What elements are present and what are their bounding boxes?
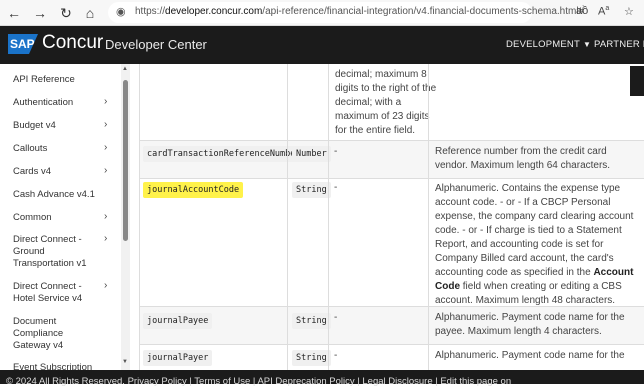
column-divider <box>287 64 288 370</box>
brand-name[interactable]: Concur <box>42 32 103 54</box>
chevron-right-icon[interactable]: › <box>104 119 107 130</box>
field-description: Alphanumeric. Payment code name for the <box>435 350 625 361</box>
field-required: - <box>334 312 338 323</box>
sidebar-nav: API Reference Authentication › Budget v4… <box>0 64 133 370</box>
sidebar-item-event-subscription[interactable]: Event Subscription <box>13 362 113 370</box>
chevron-right-icon[interactable]: › <box>104 233 107 244</box>
table-row: journalPayee String - Alphanumeric. Paym… <box>139 307 644 344</box>
chevron-right-icon[interactable]: › <box>104 165 107 176</box>
field-type: String <box>292 182 331 198</box>
site-footer: © 2024 All Rights Reserved. Privacy Poli… <box>0 370 644 387</box>
chevron-right-icon[interactable]: › <box>104 96 107 107</box>
field-description: Alphanumeric. Payment code name for the … <box>435 312 625 337</box>
description-text: field when creating or editing a CBS acc… <box>435 281 622 306</box>
caret-down-icon: ▼ <box>583 40 592 49</box>
sidebar-item-document-compliance[interactable]: Document Compliance Gateway v4 <box>13 316 99 352</box>
refresh-icon[interactable]: ↻ <box>56 3 76 23</box>
chevron-right-icon[interactable]: › <box>104 211 107 222</box>
sidebar-item-api-reference[interactable]: API Reference <box>13 74 113 86</box>
sap-logo[interactable]: SAP <box>8 34 38 54</box>
favorite-star-icon[interactable]: ☆ <box>624 5 634 18</box>
schema-table: decimal; maximum 8 digits to the right o… <box>139 64 644 370</box>
chevron-right-icon[interactable]: › <box>104 280 107 291</box>
back-arrow-icon[interactable]: ← <box>4 3 24 23</box>
column-divider <box>428 64 429 370</box>
table-row: journalPayer String - Alphanumeric. Paym… <box>139 345 644 370</box>
sidebar-item-callouts[interactable]: Callouts <box>13 143 113 155</box>
field-name: journalPayee <box>143 313 213 329</box>
footer-text[interactable]: © 2024 All Rights Reserved. Privacy Poli… <box>6 376 511 387</box>
text-size-icon[interactable]: Aa <box>598 5 609 18</box>
field-name: cardTransactionReferenceNumber <box>143 146 305 162</box>
nav-development[interactable]: DEVELOPMENT ▼ <box>506 39 591 50</box>
field-name: journalPayer <box>143 350 213 366</box>
sidebar-scroll-thumb[interactable] <box>123 80 128 241</box>
url-host: developer.concur.com <box>165 6 263 17</box>
sidebar-item-cards[interactable]: Cards v4 <box>13 166 113 178</box>
field-required: - <box>334 146 338 157</box>
site-subtitle[interactable]: Developer Center <box>105 37 207 52</box>
table-row: cardTransactionReferenceNumber Number - … <box>139 141 644 178</box>
scroll-down-arrow-icon[interactable]: ▼ <box>122 359 128 365</box>
lock-icon[interactable]: ◉ <box>116 5 130 19</box>
sidebar-item-common[interactable]: Common <box>13 212 113 224</box>
field-required: - <box>334 182 338 193</box>
sidebar-item-authentication[interactable]: Authentication <box>13 97 113 109</box>
sidebar-item-direct-connect-hotel[interactable]: Direct Connect - Hotel Service v4 <box>13 281 99 305</box>
field-type: String <box>292 313 331 329</box>
url-path: /api-reference/financial-integration/v4.… <box>262 6 585 17</box>
column-divider <box>328 64 329 370</box>
scroll-up-arrow-icon[interactable]: ▲ <box>122 66 128 72</box>
field-name: journalAccountCode <box>143 182 244 198</box>
home-icon[interactable]: ⌂ <box>80 3 100 23</box>
url-text[interactable]: https://developer.concur.com/api-referen… <box>135 6 584 17</box>
table-row: decimal; maximum 8 digits to the right o… <box>139 64 644 140</box>
nav-partner[interactable]: PARTNER RE <box>594 39 644 50</box>
field-type: String <box>292 350 331 366</box>
sidebar-item-budget[interactable]: Budget v4 <box>13 120 113 132</box>
field-required: - <box>334 350 338 361</box>
browser-toolbar: ← → ↻ ⌂ ◉ https://developer.concur.com/a… <box>0 0 644 26</box>
site-header: SAP Concur Developer Center DEVELOPMENT ▼… <box>0 26 644 64</box>
field-description: decimal; maximum 8 digits to the right o… <box>335 69 437 136</box>
url-prefix: https:// <box>135 6 166 17</box>
forward-arrow-icon[interactable]: → <box>30 3 50 23</box>
column-divider <box>139 64 140 370</box>
field-description: Reference number from the credit card ve… <box>435 146 611 171</box>
sidebar-item-direct-connect-ground[interactable]: Direct Connect - Ground Transportation v… <box>13 234 99 270</box>
table-row: journalAccountCode String - Alphanumeric… <box>139 179 644 306</box>
field-description: Alphanumeric. Contains the expense type … <box>435 182 635 308</box>
chevron-right-icon[interactable]: › <box>104 142 107 153</box>
nav-development-label: DEVELOPMENT <box>506 39 580 50</box>
sidebar-item-cash-advance[interactable]: Cash Advance v4.1 <box>13 189 113 201</box>
read-aloud-icon[interactable]: aồ <box>576 5 588 17</box>
field-type: Number <box>292 146 331 162</box>
description-text: Alphanumeric. Contains the expense type … <box>435 183 634 278</box>
